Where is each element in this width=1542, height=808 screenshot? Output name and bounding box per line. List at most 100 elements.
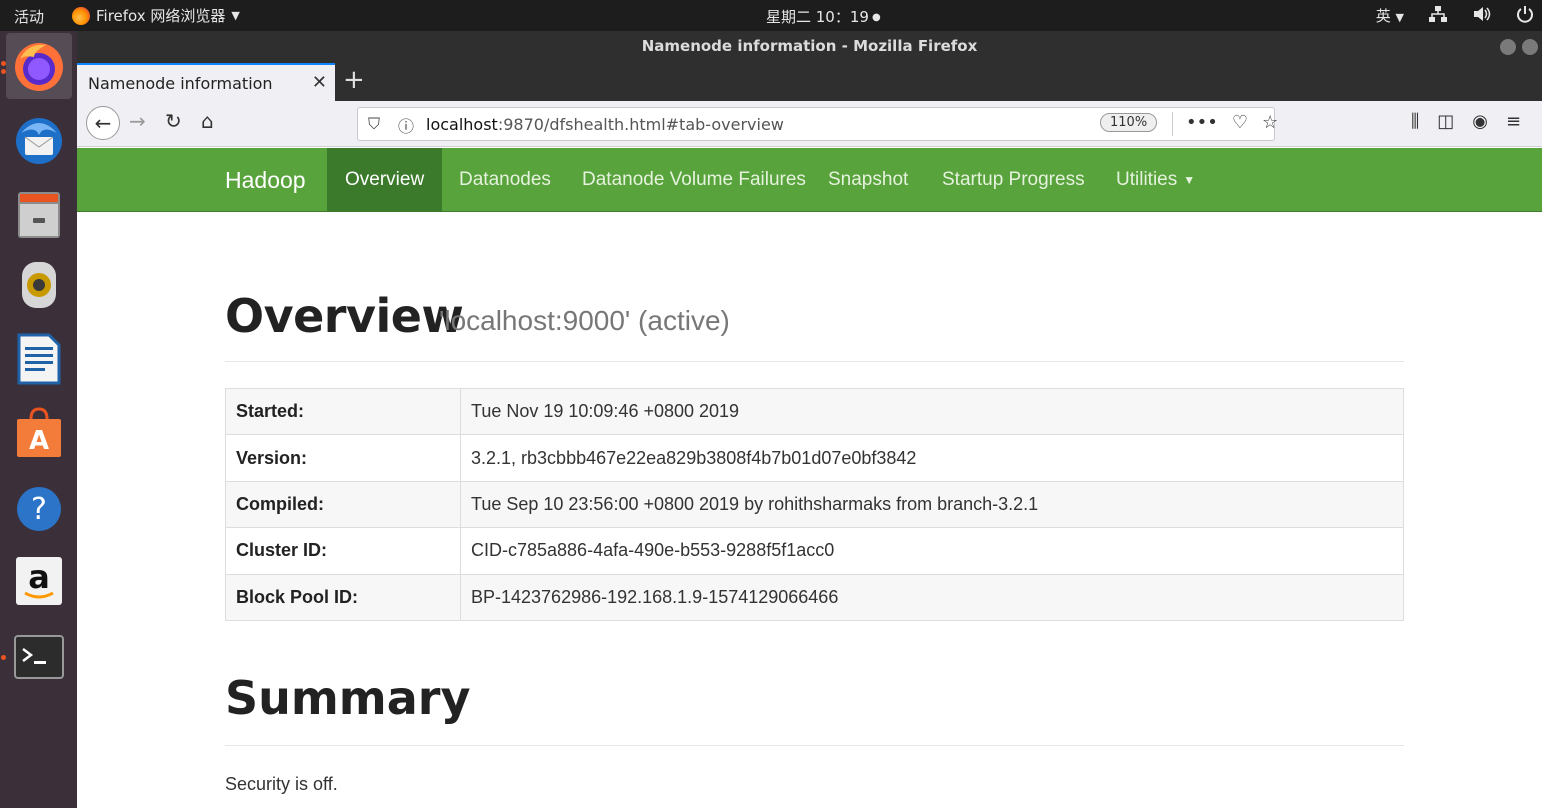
nav-label: Datanodes bbox=[459, 169, 551, 190]
nav-utilities[interactable]: Utilities ▼ bbox=[1098, 148, 1213, 212]
navigation-toolbar: ← → ↻ ⌂ ⛉ ⓘ localhost:9870/dfshealth.htm… bbox=[77, 101, 1542, 147]
tab-namenode-information[interactable]: Namenode information ✕ bbox=[77, 63, 335, 101]
row-value: 3.2.1, rb3cbbb467e22ea829b3808f4b7b01d07… bbox=[460, 434, 1404, 482]
dock-terminal[interactable] bbox=[6, 624, 72, 690]
input-method-indicator[interactable]: 英 ▼ bbox=[1376, 5, 1404, 27]
pocket-icon[interactable]: ♡ bbox=[1232, 112, 1248, 133]
file-cabinet-icon bbox=[18, 192, 60, 238]
security-status: Security is off. bbox=[225, 774, 338, 794]
svg-text:A: A bbox=[29, 426, 49, 456]
summary-title: Summary bbox=[225, 671, 471, 725]
dock-amazon[interactable]: a bbox=[6, 548, 72, 614]
thunderbird-icon bbox=[16, 118, 62, 164]
power-icon[interactable] bbox=[1516, 5, 1534, 27]
volume-icon[interactable] bbox=[1472, 5, 1492, 27]
arrow-left-icon: ← bbox=[94, 111, 112, 135]
row-value: Tue Sep 10 23:56:00 +0800 2019 by rohith… bbox=[460, 480, 1404, 529]
app-menu-label: Firefox 网络浏览器 bbox=[96, 7, 226, 25]
running-indicator bbox=[1, 61, 6, 66]
maximize-button[interactable] bbox=[1522, 39, 1538, 55]
tab-label: Namenode information bbox=[88, 73, 273, 93]
table-row: Version: 3.2.1, rb3cbbb467e22ea829b3808f… bbox=[225, 434, 1404, 482]
tab-strip: Namenode information ✕ + bbox=[77, 61, 1542, 101]
firefox-icon bbox=[15, 43, 63, 91]
toolbar-right: ⫼ ◫ ◉ ≡ bbox=[1411, 111, 1521, 132]
system-tray[interactable]: 英 ▼ bbox=[1376, 5, 1542, 27]
sidebar-icon[interactable]: ◫ bbox=[1437, 111, 1454, 132]
window-title: Namenode information - Mozilla Firefox bbox=[641, 37, 978, 55]
svg-text:?: ? bbox=[31, 492, 47, 527]
row-key: Block Pool ID: bbox=[225, 573, 461, 621]
dock-firefox[interactable] bbox=[6, 33, 72, 99]
new-tab-button[interactable]: + bbox=[343, 65, 365, 95]
firefox-icon bbox=[72, 6, 90, 25]
activities-button[interactable]: 活动 bbox=[14, 6, 44, 27]
shopping-bag-icon: A bbox=[17, 407, 61, 457]
row-value: Tue Nov 19 10:09:46 +0800 2019 bbox=[460, 387, 1404, 436]
caret-down-icon: ▼ bbox=[1183, 173, 1196, 187]
dock-thunderbird[interactable] bbox=[6, 108, 72, 174]
table-row: Started: Tue Nov 19 10:09:46 +0800 2019 bbox=[225, 387, 1404, 436]
nav-startup-progress[interactable]: Startup Progress bbox=[924, 148, 1103, 212]
table-row: Cluster ID: CID-c785a886-4afa-490e-b553-… bbox=[225, 527, 1404, 575]
close-icon[interactable]: ✕ bbox=[312, 72, 327, 93]
info-icon[interactable]: ⓘ bbox=[398, 113, 414, 137]
nav-label: Datanode Volume Failures bbox=[582, 169, 806, 190]
forward-button[interactable]: → bbox=[129, 109, 146, 133]
app-menu[interactable]: Firefox 网络浏览器 ▼ bbox=[72, 5, 240, 26]
network-icon[interactable] bbox=[1428, 5, 1448, 27]
overview-title: Overview bbox=[225, 289, 464, 343]
table-row: Block Pool ID: BP-1423762986-192.168.1.9… bbox=[225, 573, 1404, 621]
minimize-button[interactable] bbox=[1500, 39, 1516, 55]
chevron-down-icon: ▼ bbox=[231, 9, 240, 22]
overview-table: Started: Tue Nov 19 10:09:46 +0800 2019 … bbox=[225, 387, 1404, 621]
dock-rhythmbox[interactable] bbox=[6, 252, 72, 318]
window-titlebar[interactable]: Namenode information - Mozilla Firefox bbox=[77, 31, 1542, 61]
terminal-icon bbox=[14, 635, 64, 679]
row-key: Version: bbox=[225, 434, 461, 482]
url-text[interactable]: localhost:9870/dfshealth.html#tab-overvi… bbox=[426, 115, 784, 134]
nav-datanode-volume-failures[interactable]: Datanode Volume Failures bbox=[564, 148, 824, 212]
speaker-icon bbox=[22, 262, 56, 308]
nav-label: Utilities bbox=[1116, 169, 1178, 190]
dock-files[interactable] bbox=[6, 182, 72, 248]
bookmark-star-icon[interactable]: ☆ bbox=[1262, 112, 1278, 133]
url-bar-divider bbox=[1172, 112, 1173, 136]
dock-libreoffice-writer[interactable] bbox=[6, 326, 72, 392]
dock-help[interactable]: ? bbox=[6, 476, 72, 542]
back-button[interactable]: ← bbox=[86, 106, 120, 140]
dock-software-center[interactable]: A bbox=[6, 400, 72, 466]
url-bar[interactable]: ⛉ ⓘ localhost:9870/dfshealth.html#tab-ov… bbox=[357, 107, 1278, 141]
input-method-label: 英 bbox=[1375, 7, 1391, 25]
nav-datanodes[interactable]: Datanodes bbox=[441, 148, 569, 212]
menu-icon[interactable]: ≡ bbox=[1506, 111, 1521, 132]
hadoop-brand[interactable]: Hadoop bbox=[225, 167, 306, 194]
hadoop-navbar: Hadoop Overview Datanodes Datanode Volum… bbox=[77, 148, 1542, 212]
svg-text:a: a bbox=[28, 558, 50, 596]
zoom-indicator[interactable]: 110% bbox=[1100, 113, 1158, 132]
chevron-down-icon: ▼ bbox=[1395, 11, 1404, 24]
divider bbox=[225, 745, 1404, 746]
nav-snapshot[interactable]: Snapshot bbox=[810, 148, 926, 212]
notification-dot-icon: ● bbox=[871, 12, 881, 23]
dock: A ? a bbox=[0, 31, 77, 808]
document-icon bbox=[17, 333, 61, 385]
nav-overview[interactable]: Overview bbox=[327, 148, 443, 212]
overview-subtitle: 'localhost:9000' (active) bbox=[439, 305, 730, 336]
nav-label: Overview bbox=[345, 169, 425, 190]
more-actions-icon[interactable]: ••• bbox=[1186, 112, 1218, 133]
system-top-bar: 活动 Firefox 网络浏览器 ▼ 星期二 10：19 ● 英 ▼ bbox=[0, 0, 1542, 31]
tracking-shield-icon[interactable]: ⛉ bbox=[368, 114, 380, 134]
row-value: CID-c785a886-4afa-490e-b553-9288f5f1acc0 bbox=[460, 527, 1404, 575]
running-indicator bbox=[1, 655, 6, 660]
divider bbox=[225, 361, 1404, 362]
clock[interactable]: 星期二 10：19 ● bbox=[766, 6, 881, 27]
library-icon[interactable]: ⫼ bbox=[1411, 111, 1419, 132]
home-button[interactable]: ⌂ bbox=[201, 109, 214, 133]
url-path: :9870/dfshealth.html#tab-overview bbox=[497, 115, 784, 134]
amazon-icon: a bbox=[16, 557, 62, 605]
account-icon[interactable]: ◉ bbox=[1472, 111, 1488, 132]
help-icon: ? bbox=[17, 487, 61, 531]
reload-button[interactable]: ↻ bbox=[165, 109, 182, 133]
row-key: Cluster ID: bbox=[225, 527, 461, 575]
